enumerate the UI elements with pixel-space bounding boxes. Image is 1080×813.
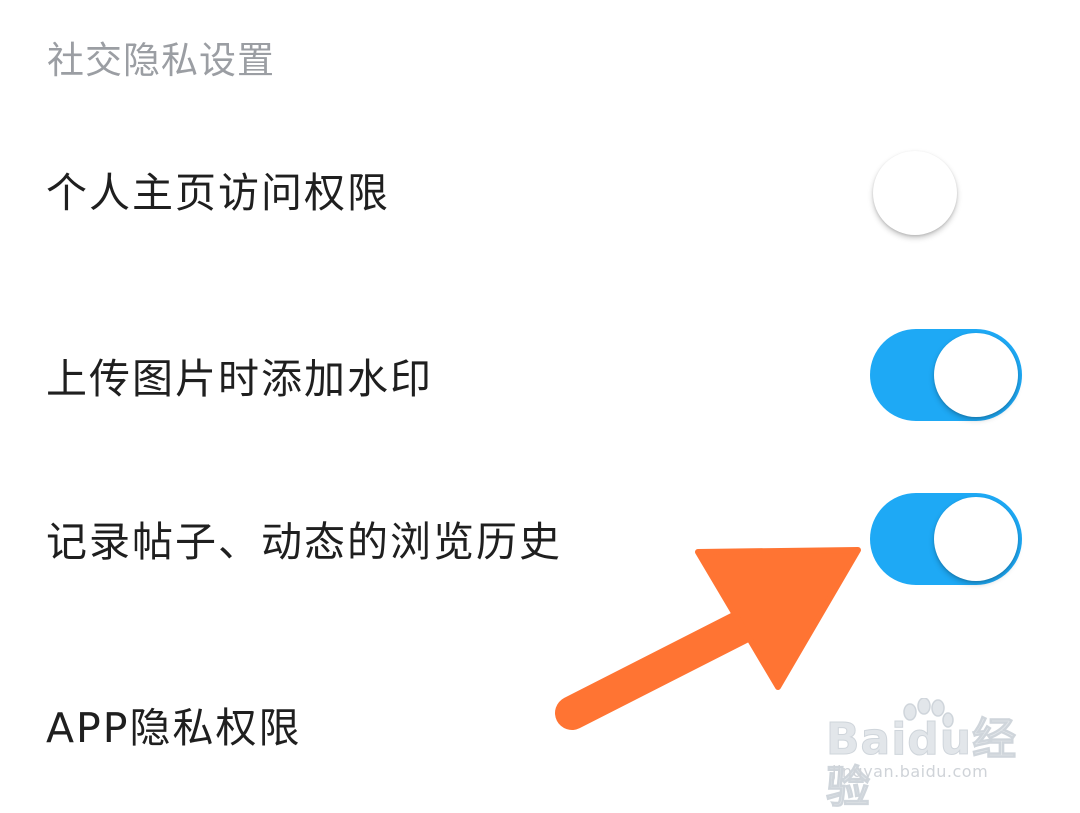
toggle-knob <box>934 497 1018 581</box>
watermark-url: jingyan.baidu.com <box>832 762 989 781</box>
setting-row-watermark[interactable]: 上传图片时添加水印 <box>0 316 1080 436</box>
setting-label: 上传图片时添加水印 <box>46 355 433 403</box>
watermark-toggle[interactable] <box>870 329 1022 421</box>
watermark: Baidu经验 jingyan.baidu.com <box>826 698 1036 812</box>
setting-label: APP隐私权限 <box>46 704 302 752</box>
section-title: 社交隐私设置 <box>47 39 275 82</box>
toggle-knob <box>873 151 957 235</box>
toggle-knob <box>934 333 1018 417</box>
setting-row-profile-access[interactable]: 个人主页访问权限 <box>0 135 1080 255</box>
profile-access-toggle[interactable] <box>870 147 1022 239</box>
setting-label: 记录帖子、动态的浏览历史 <box>46 518 562 566</box>
browsing-history-toggle[interactable] <box>870 493 1022 585</box>
setting-label: 个人主页访问权限 <box>46 169 390 217</box>
setting-row-browsing-history[interactable]: 记录帖子、动态的浏览历史 <box>0 480 1080 600</box>
